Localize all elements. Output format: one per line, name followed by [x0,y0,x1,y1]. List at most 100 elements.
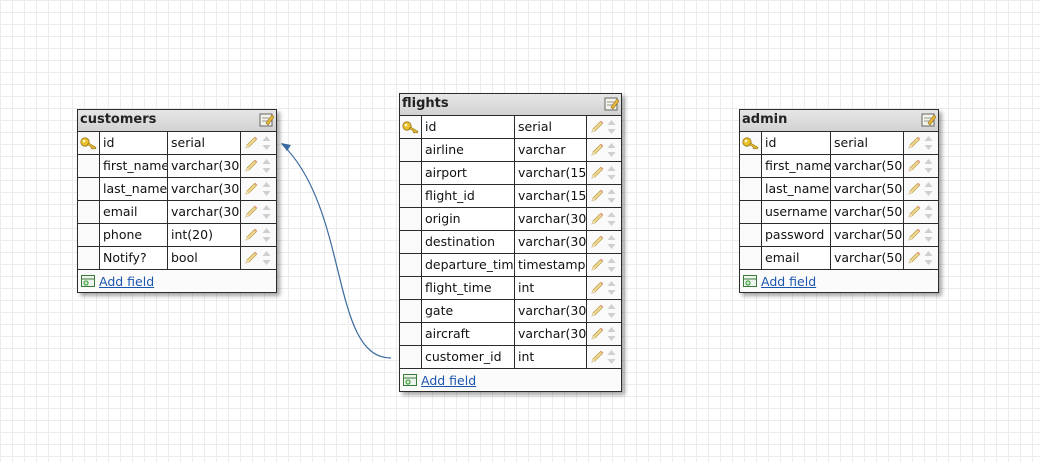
field-name[interactable]: id [422,116,515,138]
edit-field-pencil-icon[interactable] [590,143,604,157]
edit-field-pencil-icon[interactable] [244,159,258,173]
move-up-down-icon[interactable] [607,188,616,204]
edit-field-pencil-icon[interactable] [907,205,921,219]
move-up-down-icon[interactable] [607,326,616,342]
field-type[interactable]: int [515,346,587,368]
field-row[interactable]: id serial [740,132,938,155]
field-type[interactable]: serial [515,116,587,138]
move-up-down-icon[interactable] [262,250,271,266]
add-field-icon[interactable] [743,274,758,288]
move-up-down-icon[interactable] [607,165,616,181]
field-row[interactable]: origin varchar(30) [400,208,621,231]
field-name[interactable]: id [762,132,831,154]
move-up-down-icon[interactable] [924,135,933,151]
edit-table-icon[interactable] [604,96,619,111]
move-up-down-icon[interactable] [607,119,616,135]
edit-field-pencil-icon[interactable] [244,205,258,219]
field-row[interactable]: first_name varchar(30) [78,155,276,178]
field-name[interactable]: id [100,132,168,154]
move-up-down-icon[interactable] [607,280,616,296]
move-up-down-icon[interactable] [607,303,616,319]
field-type[interactable]: varchar(30) [515,323,587,345]
field-type[interactable]: varchar(50) [831,155,904,177]
edit-field-pencil-icon[interactable] [244,182,258,196]
table-admin[interactable]: admin id serial first_name varchar(50) last_… [739,109,939,293]
add-field-link[interactable]: Add field [761,274,816,289]
field-type[interactable]: varchar(30) [168,178,241,200]
edit-table-icon[interactable] [259,112,274,127]
field-name[interactable]: departure_time [422,254,515,276]
table-customers[interactable]: customers id serial first_name varchar(30) l… [77,109,277,293]
field-name[interactable]: last_name [100,178,168,200]
edit-field-pencil-icon[interactable] [907,251,921,265]
field-type[interactable]: varchar(30) [515,300,587,322]
field-row[interactable]: id serial [78,132,276,155]
table-flights[interactable]: flights id serial airline varchar airport var… [399,93,622,392]
move-up-down-icon[interactable] [262,181,271,197]
move-up-down-icon[interactable] [924,227,933,243]
edit-field-pencil-icon[interactable] [244,136,258,150]
move-up-down-icon[interactable] [607,234,616,250]
move-up-down-icon[interactable] [924,158,933,174]
field-name[interactable]: email [762,247,831,269]
field-name[interactable]: airport [422,162,515,184]
edit-field-pencil-icon[interactable] [244,251,258,265]
move-up-down-icon[interactable] [924,181,933,197]
field-type[interactable]: int [515,277,587,299]
field-type[interactable]: varchar(30) [168,155,241,177]
table-header[interactable]: customers [78,110,276,132]
field-name[interactable]: airline [422,139,515,161]
field-type[interactable]: varchar(50) [831,247,904,269]
field-row[interactable]: email varchar(50) [740,247,938,270]
field-name[interactable]: Notify? [100,247,168,269]
move-up-down-icon[interactable] [607,211,616,227]
field-name[interactable]: last_name [762,178,831,200]
field-type[interactable]: varchar(50) [831,201,904,223]
edit-field-pencil-icon[interactable] [590,212,604,226]
field-row[interactable]: first_name varchar(50) [740,155,938,178]
add-field-link[interactable]: Add field [421,373,476,388]
field-type[interactable]: serial [168,132,241,154]
field-type[interactable]: varchar(15) [515,162,587,184]
field-row[interactable]: destination varchar(30) [400,231,621,254]
edit-field-pencil-icon[interactable] [590,189,604,203]
field-name[interactable]: destination [422,231,515,253]
field-name[interactable]: first_name [100,155,168,177]
field-row[interactable]: last_name varchar(30) [78,178,276,201]
edit-field-pencil-icon[interactable] [907,182,921,196]
edit-field-pencil-icon[interactable] [590,235,604,249]
field-name[interactable]: password [762,224,831,246]
field-name[interactable]: customer_id [422,346,515,368]
field-row[interactable]: Notify? bool [78,247,276,270]
edit-field-pencil-icon[interactable] [590,350,604,364]
field-row[interactable]: airline varchar [400,139,621,162]
edit-field-pencil-icon[interactable] [590,258,604,272]
field-type[interactable]: varchar(50) [831,178,904,200]
move-up-down-icon[interactable] [262,135,271,151]
field-name[interactable]: username [762,201,831,223]
field-row[interactable]: gate varchar(30) [400,300,621,323]
move-up-down-icon[interactable] [262,158,271,174]
field-name[interactable]: first_name [762,155,831,177]
field-row[interactable]: flight_id varchar(15) [400,185,621,208]
field-name[interactable]: gate [422,300,515,322]
field-name[interactable]: flight_time [422,277,515,299]
field-row[interactable]: last_name varchar(50) [740,178,938,201]
edit-field-pencil-icon[interactable] [244,228,258,242]
field-name[interactable]: email [100,201,168,223]
field-row[interactable]: phone int(20) [78,224,276,247]
field-row[interactable]: id serial [400,116,621,139]
edit-field-pencil-icon[interactable] [907,159,921,173]
edit-field-pencil-icon[interactable] [590,304,604,318]
add-field-icon[interactable] [403,373,418,387]
field-row[interactable]: airport varchar(15) [400,162,621,185]
edit-field-pencil-icon[interactable] [590,120,604,134]
field-type[interactable]: varchar(30) [168,201,241,223]
add-field-link[interactable]: Add field [99,274,154,289]
table-header[interactable]: flights [400,94,621,116]
relation-customer-id-to-customers-id[interactable] [281,143,392,359]
move-up-down-icon[interactable] [607,257,616,273]
edit-table-icon[interactable] [921,112,936,127]
edit-field-pencil-icon[interactable] [907,136,921,150]
field-type[interactable]: varchar(30) [515,231,587,253]
